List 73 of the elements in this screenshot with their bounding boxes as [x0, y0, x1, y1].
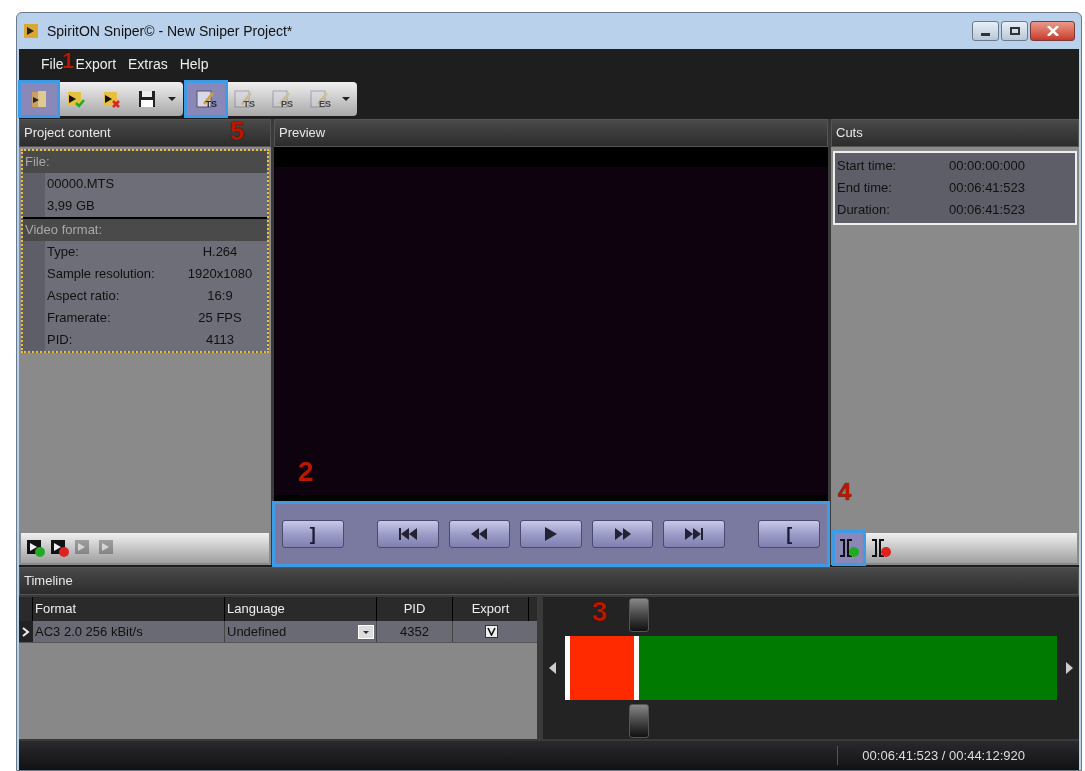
caret-icon [358, 624, 374, 639]
cut-value: 00:06:41:523 [949, 179, 1025, 198]
film-cross-icon [101, 89, 121, 109]
callout-number: 4 [838, 480, 852, 504]
cut-label: End time: [837, 179, 893, 198]
close-button[interactable] [1030, 21, 1075, 41]
transport-button[interactable] [591, 520, 654, 548]
close-icon [1046, 26, 1059, 36]
export-checkbox[interactable] [484, 625, 498, 638]
toolbar-button[interactable]: TS [187, 83, 225, 115]
cut-add-icon [838, 538, 860, 558]
callout-number: 5 [230, 118, 245, 144]
film-check-icon [65, 89, 85, 109]
property-label: Framerate: [47, 309, 112, 328]
panel-header: Preview [274, 119, 828, 147]
property-label: Sample resolution: [47, 265, 156, 284]
table-cell: 4352 [377, 621, 453, 642]
skip-back-icon [397, 528, 418, 540]
callout-number: 3 [592, 598, 608, 626]
property-label: PID: [47, 331, 74, 350]
property-value: 25 FPS [197, 309, 243, 328]
maximize-button[interactable] [1001, 21, 1028, 41]
group-heading: Video format: [23, 219, 267, 241]
transport-button[interactable] [520, 520, 582, 548]
cut-remove-icon [870, 538, 892, 558]
transport-button[interactable] [377, 520, 439, 548]
playback-position: 00:06:41:523 / 00:44:12:920 [837, 745, 1049, 766]
callout-number: 1 [62, 50, 75, 72]
panel-header: Cuts [831, 119, 1079, 147]
cut-label: Duration: [837, 201, 891, 220]
property-value: 1920x1080 [186, 265, 254, 284]
property-value: 16:9 [206, 287, 234, 306]
minimize-button[interactable] [972, 21, 999, 41]
rewind-icon [470, 528, 489, 540]
row-pointer-icon [22, 626, 30, 637]
transport-button[interactable] [448, 520, 511, 548]
play-icon [544, 527, 557, 541]
film-remove-icon[interactable] [51, 539, 69, 557]
group-heading: File: [23, 151, 267, 173]
skip-forward-icon [684, 528, 705, 540]
callout-number: 2 [298, 458, 314, 486]
transport-button[interactable]: ] [282, 520, 344, 548]
dropdown-value: Undefined [227, 622, 287, 641]
fast-forward-icon [613, 528, 632, 540]
film-add-icon[interactable] [27, 539, 45, 557]
panel-header: Timeline [19, 567, 1079, 595]
cut-value: 00:00:00:000 [949, 157, 1025, 176]
menu-item[interactable]: Extras [128, 53, 168, 75]
menu-item[interactable]: Export [75, 53, 117, 75]
menu-item[interactable]: File [41, 53, 64, 75]
scroll-left-icon[interactable] [549, 662, 557, 674]
property-label: 3,99 GB [47, 197, 96, 216]
slider-handle[interactable] [629, 598, 650, 632]
scroll-right-icon[interactable] [1065, 662, 1073, 674]
property-label: 00000.MTS [47, 175, 116, 194]
property-label: Type: [47, 243, 80, 262]
cut-label: Start time: [837, 157, 898, 176]
slider-handle[interactable] [629, 704, 650, 738]
add-cut-button[interactable] [835, 533, 863, 563]
property-value: H.264 [201, 243, 239, 262]
transport-button[interactable] [663, 520, 725, 548]
cut-selection[interactable] [565, 636, 640, 700]
property-value: 4113 [205, 331, 235, 350]
menu-item[interactable]: Help [179, 53, 209, 75]
stream-row[interactable]: AC3 2.0 256 kBit/s Undefined 4352 [19, 621, 537, 643]
cut-value: 00:06:41:523 [949, 201, 1025, 220]
table-cell: AC3 2.0 256 kBit/s [33, 621, 225, 642]
property-label: Aspect ratio: [47, 287, 121, 306]
language-dropdown[interactable]: Undefined [225, 621, 377, 642]
folder-film-icon [29, 89, 49, 109]
app-icon [23, 22, 41, 40]
window-title: SpiritON Sniper© - New Sniper Project* [47, 21, 293, 41]
transport-button[interactable]: [ [758, 520, 820, 548]
